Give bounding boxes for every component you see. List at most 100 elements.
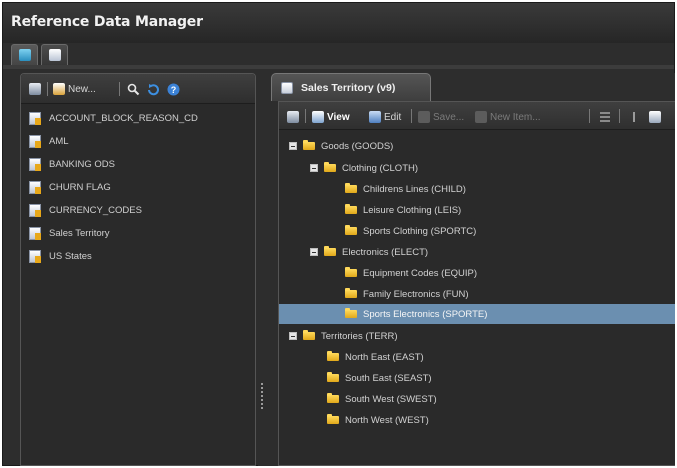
save-button[interactable] — [29, 82, 41, 96]
list-item[interactable]: CHURN FLAG — [29, 178, 111, 196]
new-item-label: New Item... — [490, 111, 541, 123]
svg-text:?: ? — [171, 85, 177, 95]
collapse-icon[interactable] — [310, 164, 318, 172]
tree-node[interactable]: North East (EAST) — [327, 347, 424, 367]
tab-sales-territory[interactable]: Sales Territory (v9) — [271, 73, 431, 101]
tree-node[interactable]: North West (WEST) — [327, 410, 429, 430]
list-item-label: ACCOUNT_BLOCK_REASON_CD — [49, 112, 198, 124]
list-item-label: BANKING ODS — [49, 158, 115, 170]
list-item-label: US States — [49, 250, 92, 262]
search-icon — [127, 83, 140, 95]
list-item[interactable]: Sales Territory — [29, 224, 110, 242]
folder-icon — [345, 288, 357, 298]
list-item-label: CHURN FLAG — [49, 181, 111, 193]
hierarchy-button[interactable] — [649, 110, 661, 124]
document-icon — [281, 81, 293, 94]
document-icon — [49, 49, 61, 61]
toolbar-separator — [305, 109, 306, 123]
table-icon — [19, 49, 31, 61]
folder-icon — [324, 246, 336, 256]
list-item-label: AML — [49, 135, 69, 147]
reference-list-icon — [29, 180, 41, 194]
tab-manager[interactable] — [41, 44, 68, 66]
collapse-icon[interactable] — [289, 142, 297, 150]
panel-splitter[interactable] — [258, 73, 266, 466]
folder-icon — [327, 351, 339, 361]
folder-icon — [327, 393, 339, 403]
tab-label: Sales Territory (v9) — [301, 81, 396, 94]
toolbar-separator — [619, 109, 620, 123]
toolbar-separator — [589, 109, 590, 123]
view-icon — [312, 111, 324, 123]
search-button[interactable] — [127, 82, 140, 96]
folder-icon — [303, 140, 315, 150]
sort-button[interactable] — [629, 110, 639, 124]
save-button[interactable] — [287, 110, 299, 124]
tree-node[interactable]: Leisure Clothing (LEIS) — [345, 200, 461, 220]
collapse-icon[interactable] — [310, 248, 318, 256]
list-view-icon — [600, 112, 610, 122]
toolbar-separator — [411, 109, 412, 123]
tab-data[interactable] — [11, 44, 38, 66]
reference-list-icon — [29, 111, 41, 125]
edit-button[interactable]: Edit — [369, 110, 401, 124]
edit-button-label: Edit — [384, 111, 402, 123]
tree-node-label: North East (EAST) — [345, 351, 424, 363]
title-bar: Reference Data Manager — [3, 3, 674, 43]
help-icon: ? — [167, 83, 180, 95]
tree-node[interactable]: Childrens Lines (CHILD) — [345, 179, 466, 199]
tree-node[interactable]: Equipment Codes (EQUIP) — [345, 263, 477, 283]
folder-icon — [345, 308, 357, 318]
window-title: Reference Data Manager — [11, 14, 203, 30]
refresh-button[interactable] — [147, 82, 160, 96]
sort-icon — [633, 112, 635, 122]
folder-icon — [303, 330, 315, 340]
tree-node[interactable]: Sports Clothing (SPORTC) — [345, 221, 476, 241]
help-button[interactable]: ? — [167, 82, 180, 96]
list-item[interactable]: AML — [29, 132, 69, 150]
tree-node-label: South East (SEAST) — [345, 372, 432, 384]
folder-icon — [327, 372, 339, 382]
save-icon — [287, 111, 299, 123]
list-view-button[interactable] — [599, 110, 611, 124]
tree-node-label: Sports Clothing (SPORTC) — [363, 225, 477, 237]
tree-node[interactable]: Electronics (ELECT) — [310, 242, 428, 262]
splitter-grip[interactable] — [261, 383, 263, 409]
refresh-icon — [148, 83, 159, 95]
list-item-label: Sales Territory — [49, 227, 110, 239]
new-button-label: New... — [68, 83, 96, 95]
toolbar-separator — [119, 82, 120, 96]
tree-node-label: Leisure Clothing (LEIS) — [363, 204, 462, 216]
tree-node-selected[interactable]: Sports Electronics (SPORTE) — [279, 304, 675, 324]
toolbar-separator — [47, 82, 48, 96]
list-item[interactable]: BANKING ODS — [29, 155, 115, 173]
save-as-button[interactable]: Save... — [418, 110, 464, 124]
tree-node[interactable]: Territories (TERR) — [289, 326, 398, 346]
list-item[interactable]: CURRENCY_CODES — [29, 201, 142, 219]
list-item[interactable]: US States — [29, 247, 92, 265]
tree-node-label: Electronics (ELECT) — [342, 246, 429, 258]
document-panel: View Edit Save... New Item... Goods (GOO… — [278, 101, 675, 466]
tree-node[interactable]: Clothing (CLOTH) — [310, 158, 418, 178]
reference-list-icon — [29, 157, 41, 171]
tree-node-label: South West (SWEST) — [345, 393, 437, 405]
list-item[interactable]: ACCOUNT_BLOCK_REASON_CD — [29, 109, 198, 127]
tree-node-label: North West (WEST) — [345, 414, 429, 426]
new-button[interactable]: New... — [53, 82, 96, 96]
collapse-icon[interactable] — [289, 332, 297, 340]
reference-list-icon — [29, 249, 41, 263]
reference-list-icon — [29, 226, 41, 240]
reference-list-icon — [29, 134, 41, 148]
tree-node[interactable]: Family Electronics (FUN) — [345, 284, 469, 304]
tree-node[interactable]: South East (SEAST) — [327, 368, 432, 388]
tree-node-label: Sports Electronics (SPORTE) — [363, 308, 488, 320]
new-item-icon — [475, 111, 487, 123]
folder-icon — [345, 267, 357, 277]
folder-icon — [324, 162, 336, 172]
tree-node[interactable]: South West (SWEST) — [327, 389, 437, 409]
save-as-label: Save... — [433, 111, 465, 123]
tab-strip-underline — [3, 65, 674, 69]
new-item-button[interactable]: New Item... — [475, 110, 541, 124]
tree-node[interactable]: Goods (GOODS) — [289, 136, 393, 156]
view-button[interactable]: View — [312, 110, 350, 124]
